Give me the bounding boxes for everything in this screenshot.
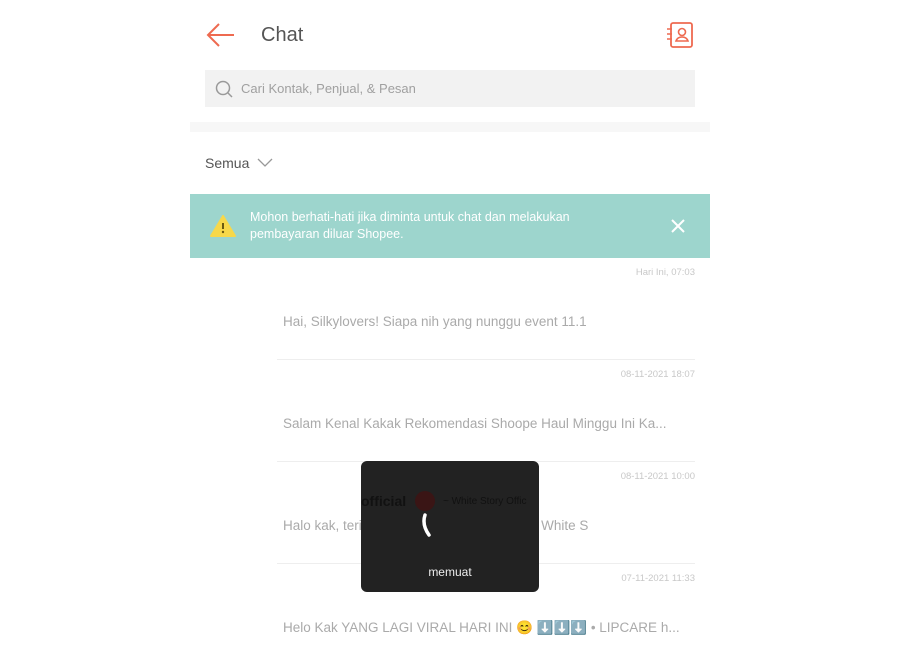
search-placeholder: Cari Kontak, Penjual, & Pesan bbox=[241, 81, 416, 96]
page-title: Chat bbox=[261, 24, 304, 46]
warning-icon bbox=[210, 215, 236, 237]
loading-spinner-icon bbox=[422, 513, 431, 537]
warning-banner: Mohon berhati-hati jika diminta untuk ch… bbox=[190, 194, 710, 258]
warning-text: Mohon berhati-hati jika diminta untuk ch… bbox=[250, 210, 570, 241]
divider bbox=[190, 122, 710, 132]
chat-message: Salam Kenal Kakak Rekomendasi Shoope Hau… bbox=[283, 416, 667, 431]
search-icon bbox=[215, 80, 233, 98]
chat-time: 08-11-2021 18:07 bbox=[620, 369, 695, 380]
filter-dropdown[interactable]: Semua bbox=[205, 155, 273, 171]
chat-time: 08-11-2021 10:00 bbox=[620, 471, 695, 482]
filter-label: Semua bbox=[205, 155, 250, 171]
chat-time: Hari Ini, 07:03 bbox=[635, 267, 695, 278]
arrow-left-icon[interactable] bbox=[206, 22, 236, 48]
verified-check-icon bbox=[415, 491, 435, 511]
header: Chat bbox=[190, 0, 710, 66]
chat-list-item[interactable]: Hari Ini, 07:03 Hai, Silkylovers! Siapa n… bbox=[277, 258, 695, 360]
loading-dialog: official ~ White Story Offic memuat bbox=[361, 461, 539, 592]
chat-message: Hai, Silkylovers! Siapa nih yang nunggu … bbox=[283, 314, 587, 329]
loading-label: memuat bbox=[428, 565, 472, 579]
shop-name-partial: official bbox=[361, 493, 407, 509]
shop-subtitle-partial: ~ White Story Offic bbox=[443, 496, 527, 507]
chevron-down-icon bbox=[257, 158, 273, 167]
contact-book-icon[interactable] bbox=[666, 21, 694, 49]
chat-message: Helo Kak YANG LAGI VIRAL HARI INI 😊 ⬇️⬇️… bbox=[283, 620, 680, 635]
chat-time: 07-11-2021 11:33 bbox=[621, 573, 695, 584]
close-icon[interactable] bbox=[670, 218, 686, 234]
search-input[interactable]: Cari Kontak, Penjual, & Pesan bbox=[205, 70, 695, 107]
chat-list-item[interactable]: 08-11-2021 18:07 Salam Kenal Kakak Rekome… bbox=[277, 360, 695, 462]
